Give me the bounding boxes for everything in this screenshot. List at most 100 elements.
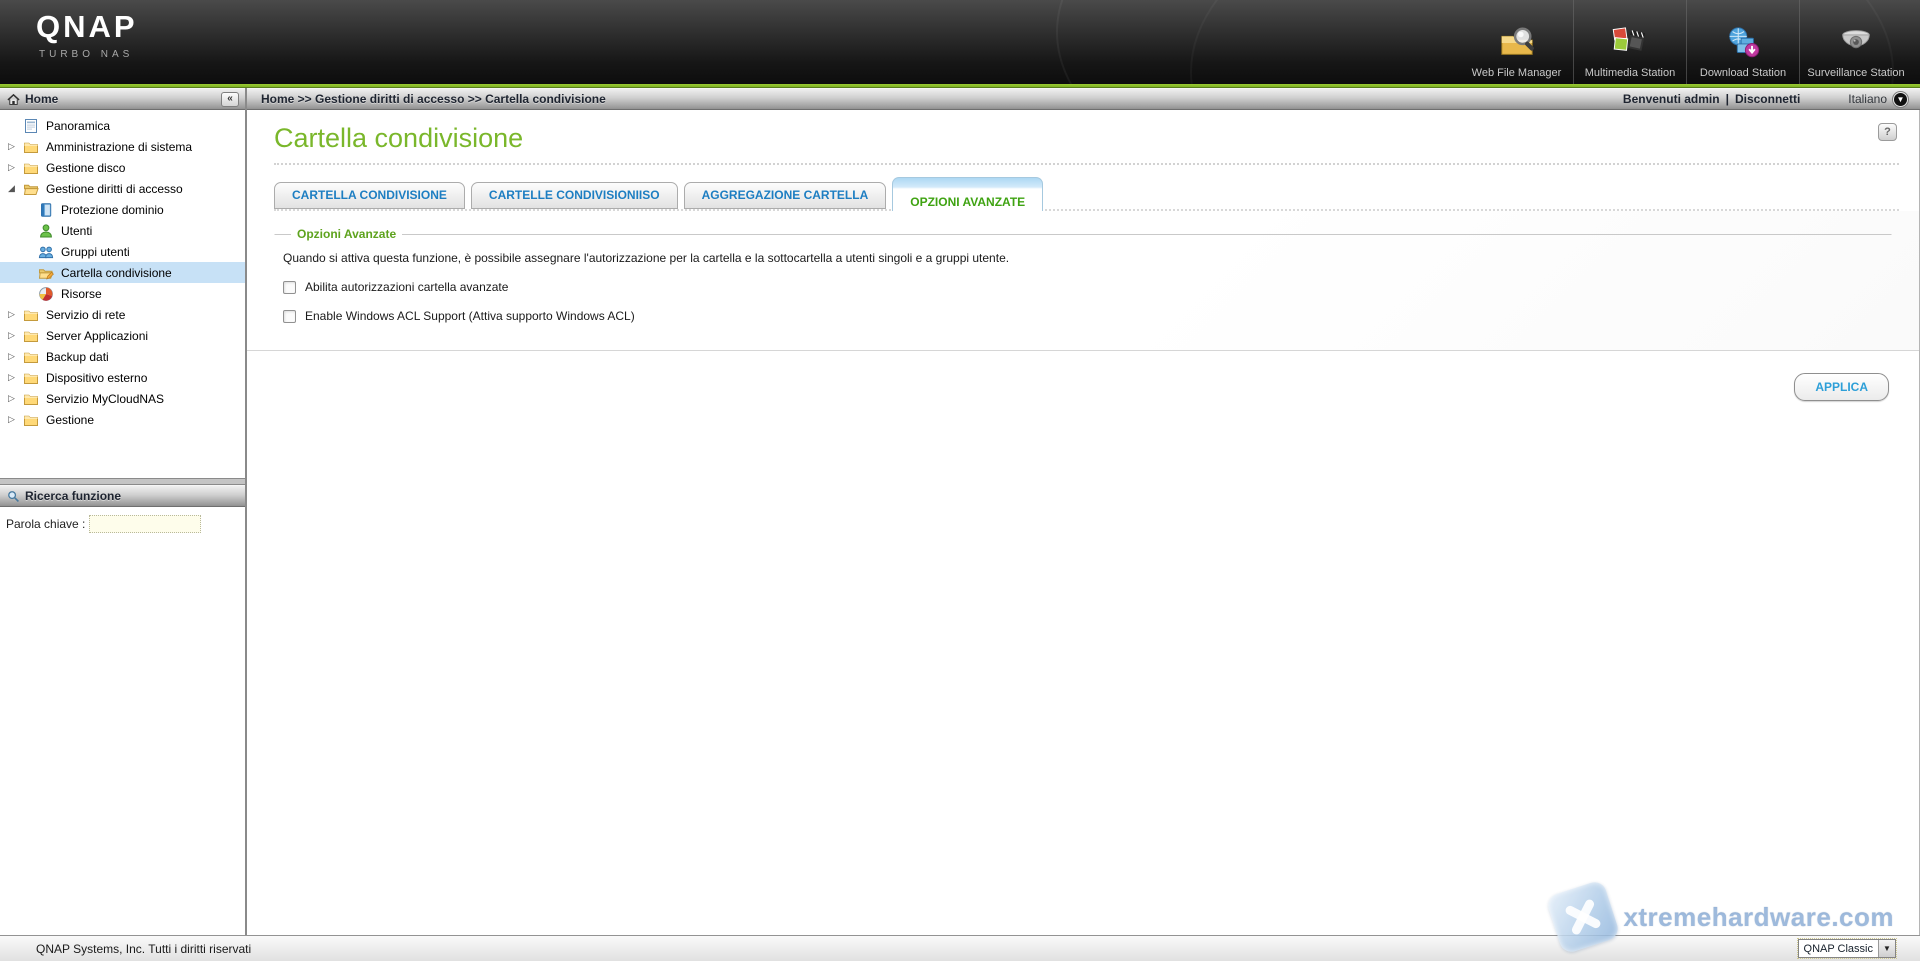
- copyright-text: QNAP Systems, Inc. Tutti i diritti riser…: [36, 942, 251, 956]
- home-icon: [7, 93, 20, 106]
- tree-item-label: Protezione dominio: [61, 203, 164, 217]
- collapsed-arrow-icon[interactable]: ▷: [8, 414, 23, 425]
- sidebar-item-backup-dati[interactable]: ▷ Backup dati: [0, 346, 245, 367]
- checkbox[interactable]: [283, 310, 296, 323]
- sidebar-item-risorse[interactable]: Risorse: [0, 283, 245, 304]
- tree-item-label: Cartella condivisione: [61, 266, 172, 280]
- theme-select-value: QNAP Classic: [1799, 943, 1878, 955]
- sidebar-item-server-applicazioni[interactable]: ▷ Server Applicazioni: [0, 325, 245, 346]
- station-surveillance-station[interactable]: Surveillance Station: [1799, 0, 1912, 84]
- station-download-station[interactable]: Download Station: [1686, 0, 1799, 84]
- tree-item-label: Gestione: [46, 413, 94, 427]
- chevron-down-icon[interactable]: ▼: [1878, 940, 1895, 957]
- turbo-nas-subtitle: TURBO NAS: [36, 49, 138, 60]
- sidebar-item-gestione[interactable]: ▷ Gestione: [0, 409, 245, 430]
- options-checkbox-list: Abilita autorizzazioni cartella avanzate…: [281, 280, 1891, 323]
- overview-icon: [23, 118, 40, 134]
- tab-opzioni-avanzate[interactable]: OPZIONI AVANZATE: [892, 177, 1043, 211]
- tree-item-label: Backup dati: [46, 350, 109, 364]
- title-separator: [274, 163, 1899, 165]
- sidebar-item-protezione-dominio[interactable]: Protezione dominio: [0, 199, 245, 220]
- download-station-icon: [1724, 22, 1762, 64]
- sidebar: Home « Panoramica ▷Amministrazione di sis…: [0, 88, 246, 935]
- sidebar-item-gruppi-utenti[interactable]: Gruppi utenti: [0, 241, 245, 262]
- keyword-label: Parola chiave :: [6, 515, 85, 533]
- welcome-separator: |: [1726, 92, 1729, 106]
- folder-icon: [23, 391, 40, 407]
- station-label: Surveillance Station: [1807, 67, 1904, 79]
- collapsed-arrow-icon[interactable]: ▷: [8, 351, 23, 362]
- options-legend: Opzioni Avanzate: [291, 227, 402, 241]
- surveillance-station-icon: [1837, 22, 1875, 64]
- station-label: Web File Manager: [1472, 67, 1562, 79]
- qnap-logo-text: QNAP: [36, 12, 138, 42]
- station-web-file-manager[interactable]: Web File Manager: [1460, 0, 1573, 84]
- sidebar-divider: [0, 478, 245, 485]
- sidebar-item-dispositivo-esterno[interactable]: ▷ Dispositivo esterno: [0, 367, 245, 388]
- sidebar-item-utenti[interactable]: Utenti: [0, 220, 245, 241]
- tab-aggregazione-cartella[interactable]: AGGREGAZIONE CARTELLA: [684, 182, 887, 209]
- folder-icon: [23, 328, 40, 344]
- tree-item-label: Server Applicazioni: [46, 329, 148, 343]
- logout-link[interactable]: Disconnetti: [1735, 92, 1800, 106]
- keyword-input[interactable]: [89, 515, 201, 533]
- help-button[interactable]: ?: [1878, 123, 1897, 141]
- web-file-manager-icon: [1498, 22, 1536, 64]
- collapsed-arrow-icon[interactable]: ▷: [8, 372, 23, 383]
- apply-row: APPLICA: [247, 351, 1919, 401]
- sidebar-item-gestione-disco[interactable]: ▷ Gestione disco: [0, 157, 245, 178]
- tree-item-label: Panoramica: [46, 119, 110, 133]
- sidebar-item-gestione-diritti-di-accesso[interactable]: ◢ Gestione diritti di accesso: [0, 178, 245, 199]
- apply-button[interactable]: APPLICA: [1794, 373, 1889, 401]
- expanded-arrow-icon[interactable]: ◢: [8, 183, 23, 194]
- options-description: Quando si attiva questa funzione, è poss…: [283, 251, 1891, 265]
- page-title: Cartella condivisione: [274, 123, 1919, 154]
- tree-item-label: Dispositivo esterno: [46, 371, 147, 385]
- tab-panel: Opzioni Avanzate Quando si attiva questa…: [247, 211, 1919, 351]
- book-icon: [38, 202, 55, 218]
- sidebar-item-panoramica[interactable]: Panoramica: [0, 115, 245, 136]
- breadcrumb[interactable]: Home >> Gestione diritti di accesso >> C…: [261, 92, 606, 106]
- sidebar-item-servizio-di-rete[interactable]: ▷Servizio di rete: [0, 304, 245, 325]
- collapsed-arrow-icon[interactable]: ▷: [8, 141, 23, 152]
- station-label: Download Station: [1700, 67, 1786, 79]
- folder-icon: [23, 370, 40, 386]
- tree-item-label: Gestione diritti di accesso: [46, 182, 183, 196]
- station-multimedia-station[interactable]: Multimedia Station: [1573, 0, 1686, 84]
- folder-icon: [23, 307, 40, 323]
- main-content: Cartella condivisione ? CARTELLA CONDIVI…: [247, 110, 1920, 935]
- welcome-text: Benvenuti admin: [1623, 92, 1720, 106]
- sidebar-item-servizio-mycloudnas[interactable]: ▷ Servizio MyCloudNAS: [0, 388, 245, 409]
- tree-item-label: Gestione disco: [46, 161, 125, 175]
- station-shortcuts: Web File Manager Multimedia Station Downlo…: [1460, 0, 1912, 84]
- tab-cartella-condivisione[interactable]: CARTELLA CONDIVISIONE: [274, 182, 465, 209]
- folder-icon: [23, 139, 40, 155]
- sidebar-title: Home: [25, 92, 58, 106]
- theme-select[interactable]: QNAP Classic ▼: [1798, 939, 1896, 958]
- content-column: Home >> Gestione diritti di accesso >> C…: [246, 88, 1920, 935]
- options-fieldset: Opzioni Avanzate Quando si attiva questa…: [274, 227, 1892, 324]
- language-dropdown-button[interactable]: ▼: [1893, 92, 1908, 107]
- tree-item-label: Gruppi utenti: [61, 245, 130, 259]
- collapsed-arrow-icon[interactable]: ▷: [8, 330, 23, 341]
- sidebar-item-cartella-condivisione[interactable]: Cartella condivisione: [0, 262, 245, 283]
- station-label: Multimedia Station: [1585, 67, 1676, 79]
- collapsed-arrow-icon[interactable]: ▷: [8, 309, 23, 320]
- tree-item-label: Servizio MyCloudNAS: [46, 392, 164, 406]
- sidebar-item-amministrazione-di-sistema[interactable]: ▷Amministrazione di sistema: [0, 136, 245, 157]
- tab-strip: CARTELLA CONDIVISIONECARTELLE CONDIVISIO…: [274, 177, 1899, 211]
- sidebar-collapse-button[interactable]: «: [221, 92, 239, 107]
- function-search-title: Ricerca funzione: [25, 489, 121, 503]
- folder-icon: [23, 349, 40, 365]
- sidebar-home-header: Home «: [0, 88, 245, 110]
- checkbox[interactable]: [283, 281, 296, 294]
- tab-cartelle-condivisioniiso[interactable]: CARTELLE CONDIVISIONIISO: [471, 182, 678, 209]
- checkbox-label: Enable Windows ACL Support (Attiva suppo…: [305, 309, 635, 323]
- collapsed-arrow-icon[interactable]: ▷: [8, 162, 23, 173]
- function-search-panel: Parola chiave :: [0, 507, 245, 935]
- tree-item-label: Risorse: [61, 287, 102, 301]
- chart-icon: [38, 286, 55, 302]
- collapsed-arrow-icon[interactable]: ▷: [8, 393, 23, 404]
- folder-icon: [23, 412, 40, 428]
- checkbox-label: Abilita autorizzazioni cartella avanzate: [305, 280, 508, 294]
